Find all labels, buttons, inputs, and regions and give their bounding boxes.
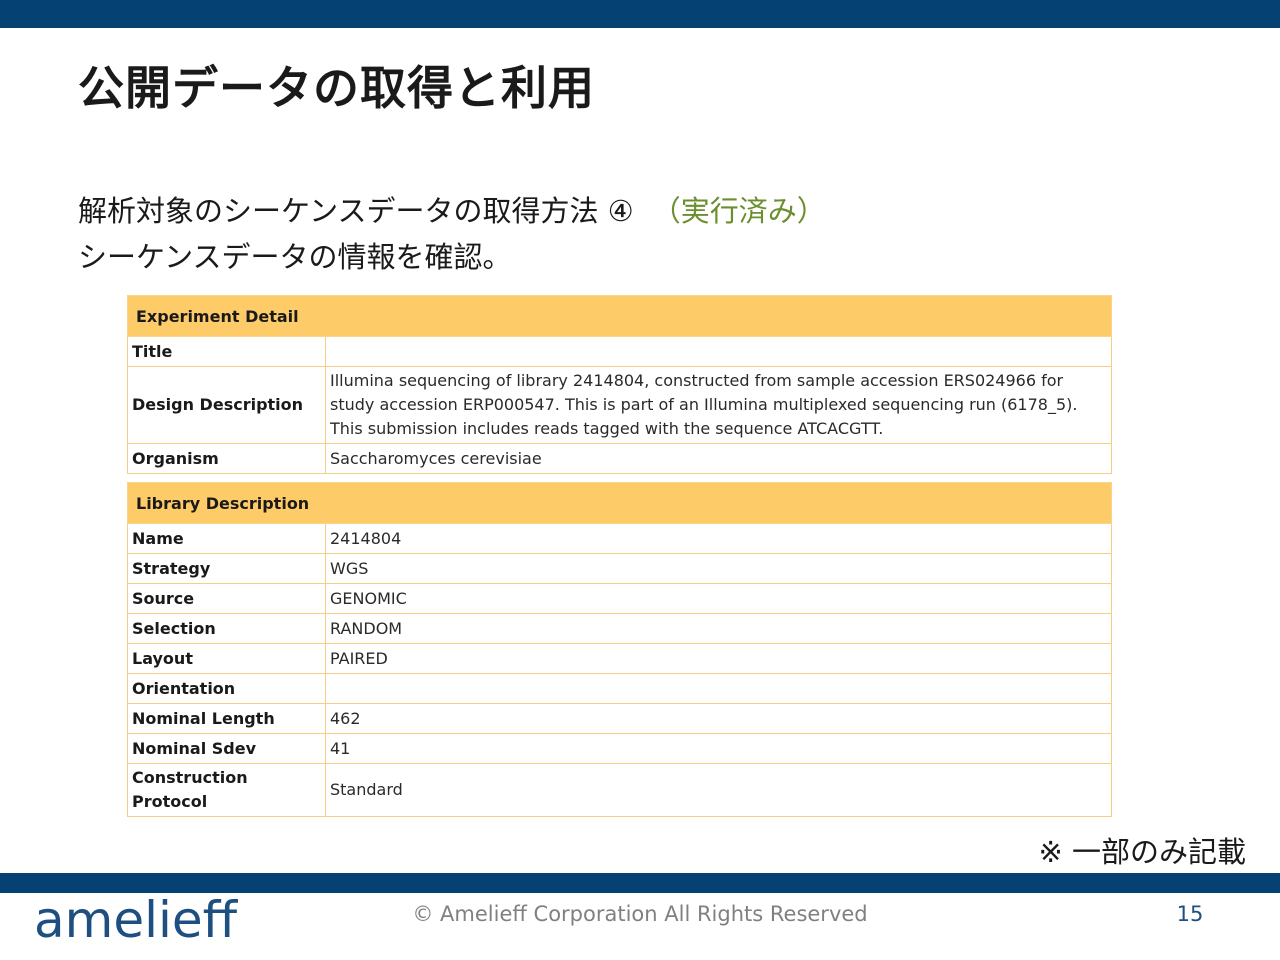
experiment-detail-header: Experiment Detail bbox=[126, 295, 1113, 337]
library-description-table: Library Description Name 2414804 Strateg… bbox=[126, 482, 1113, 817]
subtitle-line-2: シーケンスデータの情報を確認。 bbox=[78, 240, 512, 274]
field-label-selection: Selection bbox=[127, 613, 326, 644]
field-label-strategy: Strategy bbox=[127, 553, 326, 584]
table-row: Source GENOMIC bbox=[127, 583, 1113, 614]
field-label-title: Title bbox=[127, 336, 326, 367]
field-value-source: GENOMIC bbox=[324, 583, 1113, 614]
table-row: Construction Protocol Standard bbox=[127, 763, 1113, 817]
field-label-name: Name bbox=[127, 523, 326, 554]
library-description-header: Library Description bbox=[126, 482, 1113, 524]
partial-listing-note: ※ 一部のみ記載 bbox=[1038, 835, 1246, 869]
table-row: Strategy WGS bbox=[127, 553, 1113, 584]
experiment-detail-table: Experiment Detail Title Design Descripti… bbox=[126, 295, 1113, 474]
field-value-orientation bbox=[324, 673, 1113, 704]
field-label-organism: Organism bbox=[127, 443, 326, 474]
copyright-label: © Amelieff Corporation All Rights Reserv… bbox=[412, 902, 868, 926]
field-value-nominal-length: 462 bbox=[324, 703, 1113, 734]
field-label-orientation: Orientation bbox=[127, 673, 326, 704]
field-value-strategy: WGS bbox=[324, 553, 1113, 584]
field-label-layout: Layout bbox=[127, 643, 326, 674]
field-value-design-description: Illumina sequencing of library 2414804, … bbox=[324, 366, 1113, 444]
subtitle-method-text: 解析対象のシーケンスデータの取得方法 ④ bbox=[78, 194, 634, 228]
field-value-construction-protocol: Standard bbox=[324, 763, 1113, 817]
subtitle-line-1: 解析対象のシーケンスデータの取得方法 ④ （実行済み） bbox=[78, 188, 826, 234]
field-value-nominal-sdev: 41 bbox=[324, 733, 1113, 764]
copyright-text: © Amelieff Corporation All Rights Reserv… bbox=[0, 900, 1280, 928]
table-row: Design Description Illumina sequencing o… bbox=[127, 366, 1113, 444]
field-value-selection: RANDOM bbox=[324, 613, 1113, 644]
field-label-design-description: Design Description bbox=[127, 366, 326, 444]
field-value-organism: Saccharomyces cerevisiae bbox=[324, 443, 1113, 474]
table-row: Layout PAIRED bbox=[127, 643, 1113, 674]
field-label-construction-protocol: Construction Protocol bbox=[127, 763, 326, 817]
table-row: Title bbox=[127, 336, 1113, 367]
field-label-source: Source bbox=[127, 583, 326, 614]
table-row: Nominal Sdev 41 bbox=[127, 733, 1113, 764]
subtitle-status-text: （実行済み） bbox=[651, 194, 826, 228]
top-brand-bar bbox=[0, 0, 1280, 28]
field-label-nominal-length: Nominal Length bbox=[127, 703, 326, 734]
field-value-name: 2414804 bbox=[324, 523, 1113, 554]
slide-title: 公開データの取得と利用 bbox=[78, 61, 595, 115]
field-label-nominal-sdev: Nominal Sdev bbox=[127, 733, 326, 764]
table-row: Name 2414804 bbox=[127, 523, 1113, 554]
table-row: Orientation bbox=[127, 673, 1113, 704]
field-value-layout: PAIRED bbox=[324, 643, 1113, 674]
table-row: Nominal Length 462 bbox=[127, 703, 1113, 734]
page-number: 15 bbox=[1176, 902, 1204, 926]
field-value-title bbox=[324, 336, 1113, 367]
slide-subtitle: 解析対象のシーケンスデータの取得方法 ④ （実行済み） シーケンスデータの情報を確… bbox=[78, 188, 826, 280]
table-row: Selection RANDOM bbox=[127, 613, 1113, 644]
table-row: Organism Saccharomyces cerevisiae bbox=[127, 443, 1113, 474]
